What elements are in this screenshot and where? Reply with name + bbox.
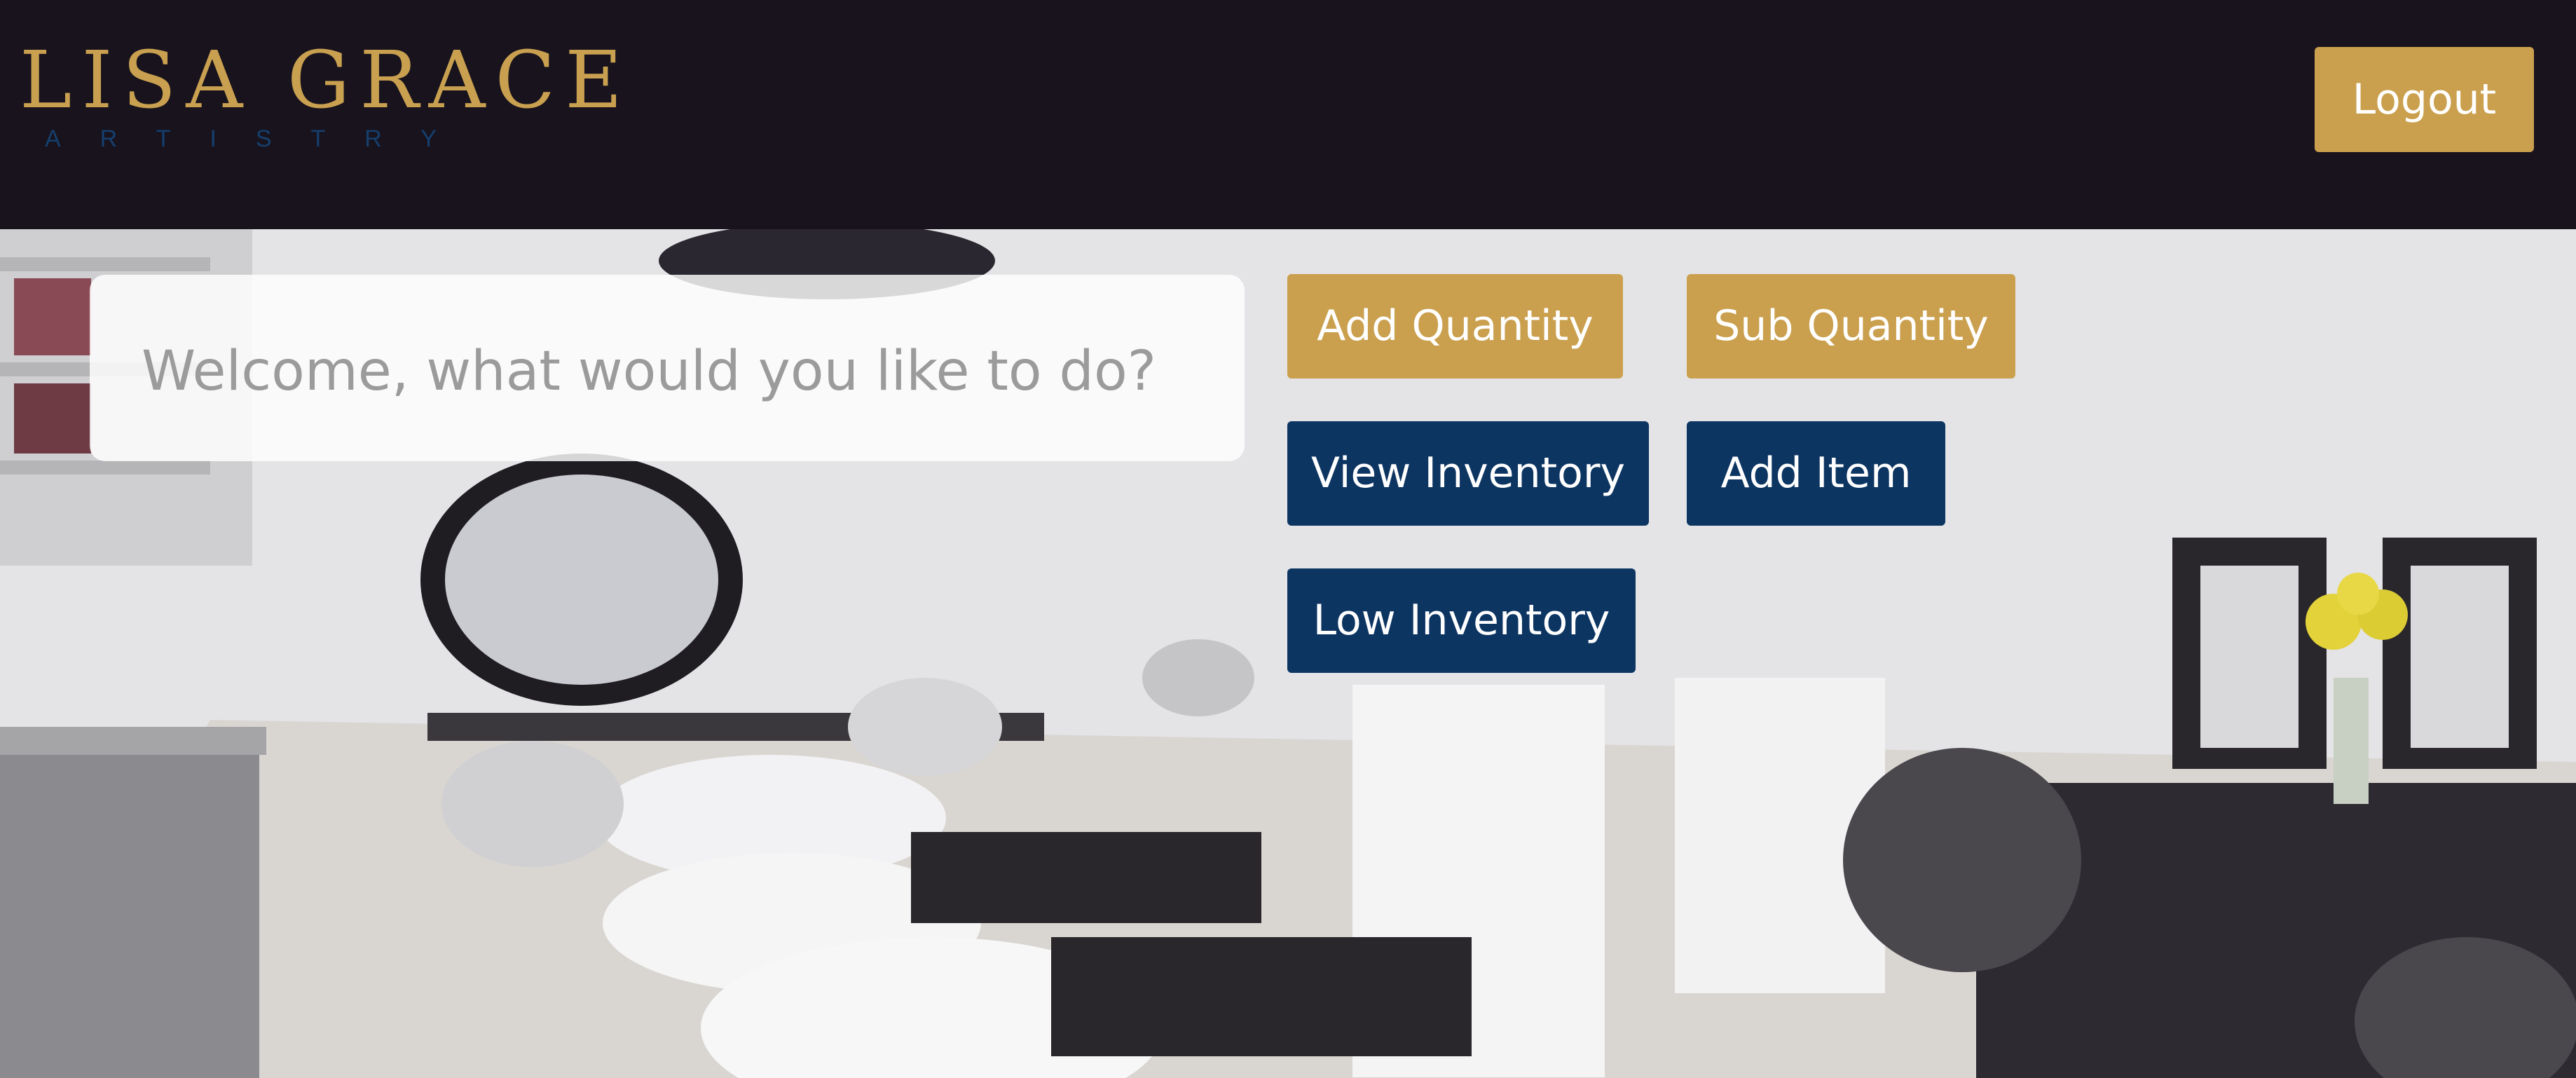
logo-tagline: ARTISTRY (45, 125, 476, 152)
welcome-panel: Welcome, what would you like to do? (90, 275, 1245, 461)
top-header: LISA GRACE ARTISTRY Logout (0, 0, 2576, 229)
welcome-message: Welcome, what would you like to do? (142, 340, 1157, 403)
add-quantity-button[interactable]: Add Quantity (1287, 274, 1623, 378)
brand-logo: LISA GRACE ARTISTRY (20, 35, 622, 161)
low-inventory-button[interactable]: Low Inventory (1287, 568, 1636, 673)
sub-quantity-button[interactable]: Sub Quantity (1687, 274, 2015, 378)
add-item-button[interactable]: Add Item (1687, 421, 1945, 526)
logo-wordmark: LISA GRACE (20, 35, 632, 126)
logout-button[interactable]: Logout (2315, 47, 2534, 152)
view-inventory-button[interactable]: View Inventory (1287, 421, 1649, 526)
